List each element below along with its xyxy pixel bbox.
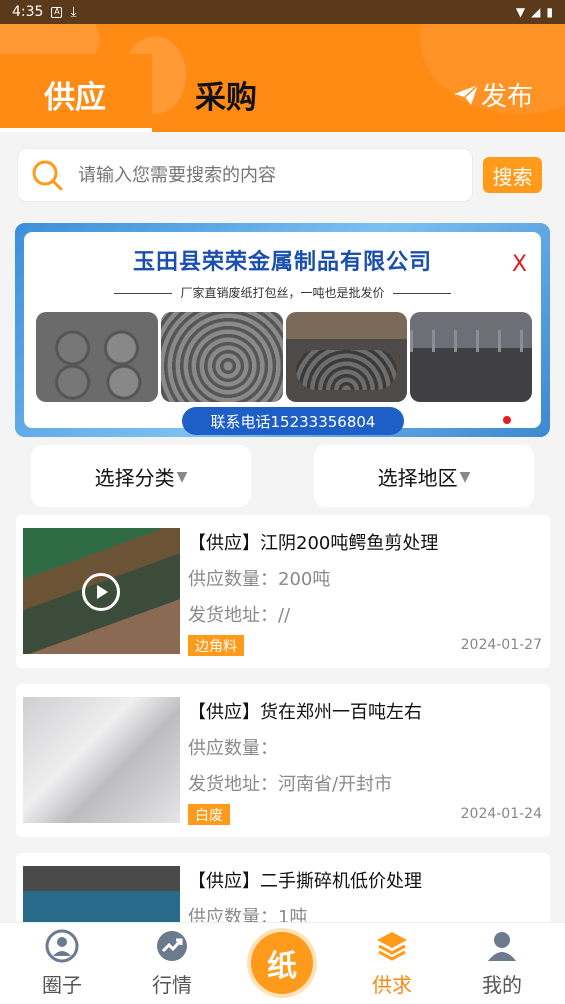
banner-photos (36, 312, 532, 402)
category-dropdown[interactable]: 选择分类 ▼ (31, 445, 251, 507)
banner-company-name: 玉田县荣荣金属制品有限公司 (132, 250, 432, 275)
person-circle-icon (45, 929, 79, 963)
signal-icon: ◢ (531, 5, 541, 19)
ad-banner[interactable]: 玉田县荣荣金属制品有限公司 厂家直销废纸打包丝，一吨也是批发价 X 联系电话15… (15, 223, 550, 437)
listing-tag: 边角料 (188, 635, 244, 656)
nav-label: 行情 (152, 973, 192, 997)
listing-title: 【供应】货在郑州一百吨左右 (188, 702, 422, 723)
status-time: 4:35 (12, 4, 44, 20)
listing-quantity: 供应数量： (188, 738, 278, 759)
category-label: 选择分类 (94, 465, 175, 490)
search-button[interactable]: 搜索 (483, 157, 542, 193)
nav-mine-tab[interactable]: 我的 (452, 923, 552, 1004)
listing-tag: 白废 (188, 804, 230, 825)
listing-address: 发货地址：河南省/开封市 (188, 774, 393, 795)
user-icon (488, 932, 516, 961)
nav-label: 圈子 (42, 973, 82, 997)
listing-date: 2024-01-27 (460, 637, 542, 653)
filter-bar: 选择分类 ▼ 选择地区 ▼ (0, 445, 565, 507)
battery-icon: ▮ (546, 5, 553, 19)
play-video-icon[interactable] (82, 573, 120, 611)
tab-purchase[interactable]: 采购 (195, 72, 257, 117)
search-input[interactable] (78, 164, 438, 186)
list-item[interactable]: 【供应】货在郑州一百吨左右 供应数量： 发货地址：河南省/开封市 白废 2024… (16, 684, 550, 837)
publish-label: 发布 (480, 82, 533, 112)
nav-market-tab[interactable]: 行情 (122, 923, 222, 1004)
nav-supply-demand-tab[interactable]: 供求 (342, 923, 442, 1004)
listing-address: 发货地址：// (188, 605, 291, 626)
listing-thumbnail (23, 697, 180, 823)
notification-icon: A (51, 6, 63, 18)
banner-close-button[interactable]: X (512, 252, 527, 277)
download-icon: ⤓ (70, 4, 77, 20)
banner-slogan: 厂家直销废纸打包丝，一吨也是批发价 (24, 284, 541, 301)
banner-card: 玉田县荣荣金属制品有限公司 厂家直销废纸打包丝，一吨也是批发价 X 联系电话15… (24, 232, 541, 435)
paper-plane-icon (453, 83, 479, 105)
center-paper-button[interactable]: 纸 (251, 932, 313, 994)
region-label: 选择地区 (377, 465, 458, 490)
top-header: 供应 采购 发布 (0, 24, 565, 132)
nav-label: 供求 (372, 973, 412, 997)
nav-circle-tab[interactable]: 圈子 (12, 923, 112, 1004)
banner-phone: 联系电话15233356804 (182, 407, 404, 435)
layers-icon (377, 932, 407, 961)
list-item[interactable]: 【供应】江阴200吨鳄鱼剪处理 供应数量：200吨 发货地址：// 边角料 20… (16, 515, 550, 668)
listing-title: 【供应】江阴200吨鳄鱼剪处理 (188, 533, 439, 554)
region-dropdown[interactable]: 选择地区 ▼ (314, 445, 534, 507)
listing-thumbnail (23, 528, 180, 654)
listing-date: 2024-01-24 (460, 806, 542, 822)
publish-button[interactable]: 发布 (453, 76, 533, 113)
trend-chart-icon (157, 931, 187, 961)
banner-photo-wire-coils (36, 312, 158, 402)
status-bar: 4:35 A ⤓ ▼ ◢ ▮ (0, 0, 565, 24)
caret-down-icon: ▼ (176, 469, 188, 485)
listing-title: 【供应】二手撕碎机低价处理 (188, 871, 422, 892)
caret-down-icon: ▼ (459, 469, 471, 485)
nav-label: 我的 (482, 973, 522, 997)
listing-quantity: 供应数量：200吨 (188, 569, 331, 590)
search-icon (32, 160, 63, 191)
search-bar: 搜索 (0, 132, 565, 212)
wifi-icon: ▼ (515, 5, 526, 19)
search-box[interactable] (17, 148, 473, 202)
banner-photo-warehouse (410, 312, 532, 402)
banner-photo-factory (285, 312, 408, 402)
tab-supply[interactable]: 供应 (44, 72, 106, 117)
carousel-indicator (503, 416, 511, 424)
banner-photo-wire-stack (160, 312, 283, 402)
